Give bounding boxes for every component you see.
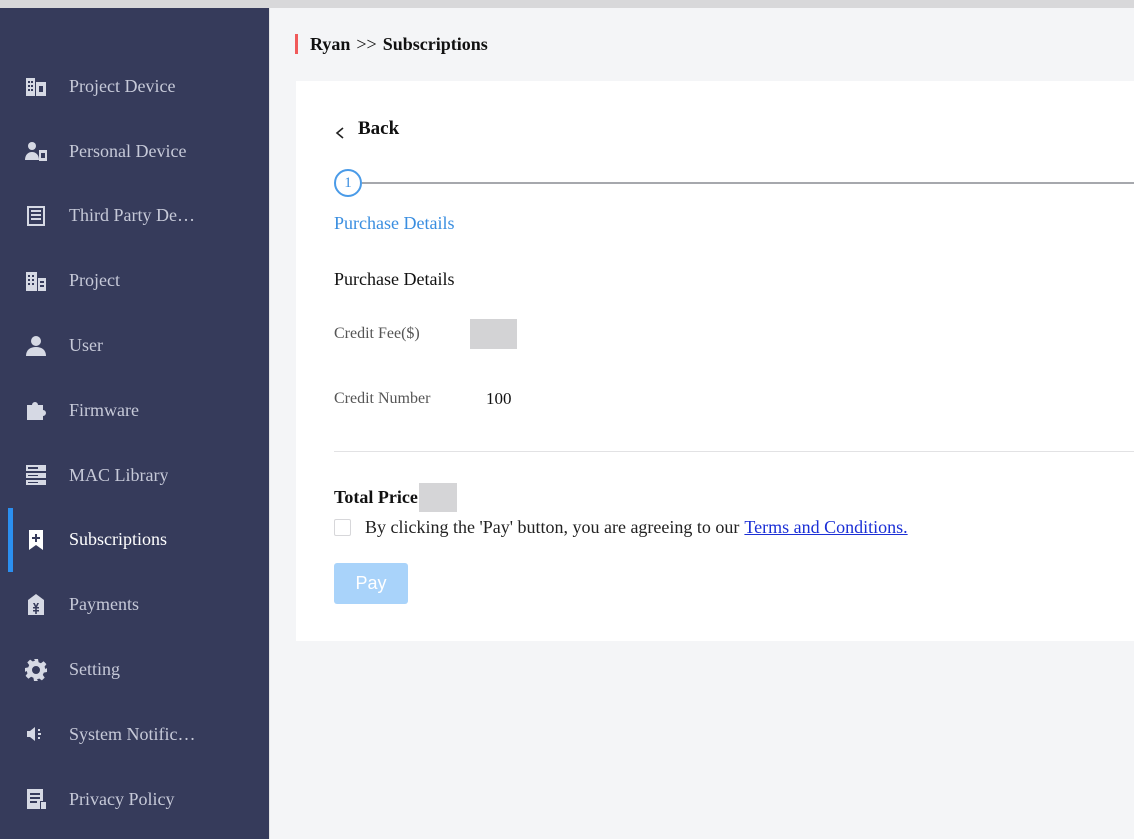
- sidebar-item-system-notification[interactable]: System Notific…: [0, 702, 269, 767]
- user-icon: [23, 333, 49, 359]
- step-line: [362, 182, 1134, 184]
- sidebar-item-label: Project Device: [69, 75, 176, 96]
- list-panel-icon: [23, 203, 49, 229]
- total-price-label: Total Price: [334, 487, 418, 507]
- speaker-icon: [23, 721, 49, 747]
- stepper: 1: [334, 169, 1134, 197]
- section-title: Purchase Details: [334, 269, 455, 289]
- credit-fee-value: [470, 319, 517, 349]
- pay-button[interactable]: Pay: [334, 563, 408, 604]
- sidebar-item-label: Third Party De…: [69, 205, 195, 226]
- credit-fee-label: Credit Fee($): [334, 325, 420, 342]
- sidebar-item-third-party-device[interactable]: Third Party De…: [0, 184, 269, 249]
- total-price-value: [418, 483, 457, 512]
- puzzle-icon: [23, 397, 49, 423]
- back-label: Back: [358, 118, 400, 139]
- app-window: Project Device Personal Device Third Par…: [0, 8, 1134, 839]
- sidebar-item-label: Privacy Policy: [69, 788, 175, 809]
- person-device-icon: [23, 138, 49, 164]
- sidebar-item-firmware[interactable]: Firmware: [0, 378, 269, 443]
- document-icon: [23, 786, 49, 812]
- breadcrumb-separator: >>: [356, 33, 377, 54]
- sidebar-item-label: Project: [69, 270, 120, 291]
- yen-bag-icon: [23, 592, 49, 618]
- sidebar-item-user[interactable]: User: [0, 313, 269, 378]
- sidebar-item-label: Setting: [69, 659, 121, 680]
- sidebar-item-label: System Notific…: [69, 723, 196, 744]
- sidebar-item-project-device[interactable]: Project Device: [0, 54, 269, 119]
- terms-agreement: By clicking the 'Pay' button, you are ag…: [334, 517, 908, 538]
- sidebar-item-label: Personal Device: [69, 140, 187, 161]
- total-price: Total Price: [334, 483, 457, 512]
- breadcrumb: Ryan >> Subscriptions: [295, 34, 488, 54]
- main-content: Ryan >> Subscriptions Back 1 Purchase De…: [269, 8, 1134, 839]
- building-device-icon: [23, 73, 49, 99]
- agree-checkbox[interactable]: [334, 519, 351, 536]
- building-icon: [23, 268, 49, 294]
- sidebar-item-label: User: [69, 335, 103, 356]
- back-button[interactable]: Back: [334, 118, 399, 140]
- step-circle: 1: [334, 169, 362, 197]
- sidebar: Project Device Personal Device Third Par…: [0, 8, 269, 839]
- gear-icon: [23, 657, 49, 683]
- sidebar-item-payments[interactable]: Payments: [0, 572, 269, 637]
- server-icon: [23, 462, 49, 488]
- sidebar-item-label: Subscriptions: [69, 529, 168, 550]
- sidebar-item-mac-library[interactable]: MAC Library: [0, 443, 269, 508]
- agree-text: By clicking the 'Pay' button, you are ag…: [365, 517, 740, 537]
- sidebar-item-label: MAC Library: [69, 464, 169, 485]
- step-label: Purchase Details: [334, 213, 455, 233]
- breadcrumb-parent[interactable]: Ryan: [310, 34, 350, 55]
- sidebar-item-subscriptions[interactable]: Subscriptions: [0, 507, 269, 573]
- purchase-card: Back 1 Purchase Details Purchase Details…: [296, 81, 1134, 641]
- breadcrumb-marker: [295, 34, 298, 54]
- chevron-left-icon: [334, 123, 346, 139]
- credit-number-label: Credit Number: [334, 390, 431, 407]
- terms-link[interactable]: Terms and Conditions.: [744, 517, 907, 538]
- bookmark-plus-icon: [23, 527, 49, 553]
- breadcrumb-current: Subscriptions: [382, 33, 488, 54]
- sidebar-item-personal-device[interactable]: Personal Device: [0, 119, 269, 184]
- sidebar-item-project[interactable]: Project: [0, 248, 269, 313]
- sidebar-item-setting[interactable]: Setting: [0, 637, 269, 702]
- sidebar-item-label: Payments: [69, 594, 139, 615]
- divider: [334, 451, 1134, 452]
- sidebar-item-label: Firmware: [69, 399, 139, 420]
- credit-number-value: 100: [486, 389, 512, 408]
- sidebar-item-privacy-policy[interactable]: Privacy Policy: [0, 767, 269, 832]
